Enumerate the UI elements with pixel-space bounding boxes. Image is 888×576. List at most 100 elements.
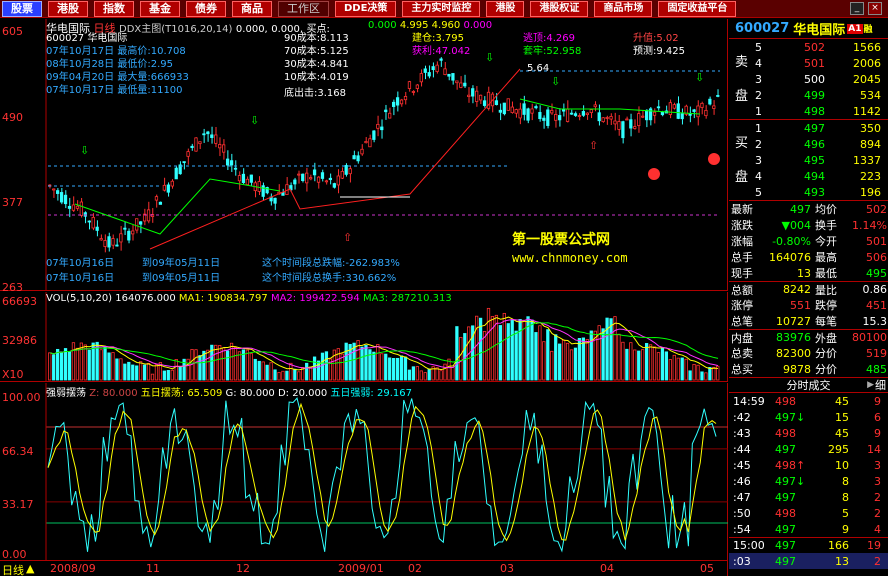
candle-body (249, 174, 253, 183)
candle-body (146, 209, 151, 222)
candle-body (297, 173, 301, 176)
tick-price: 497↓ (775, 474, 806, 488)
volume-bar (656, 352, 661, 381)
ask-row[interactable]: 4 501 2006 (729, 55, 888, 71)
oscillator-chart[interactable] (0, 383, 728, 560)
stock-button[interactable]: 股票 (2, 0, 42, 17)
up-arrow-icon: ⇧ (589, 139, 598, 152)
volume-bar (542, 341, 546, 381)
tick-detail-button[interactable]: 细 (875, 377, 886, 393)
hk-warrant-button[interactable]: 港股权证 (530, 0, 589, 17)
candle-body (154, 196, 159, 201)
quote-value: 519 (866, 346, 887, 360)
minimize-icon[interactable]: _ (850, 2, 864, 15)
candle-body (431, 66, 435, 71)
dde-button[interactable]: DDE决策 (335, 0, 397, 17)
index-button[interactable]: 指数 (94, 0, 134, 17)
candle-body (644, 109, 649, 121)
candle-body (629, 119, 633, 129)
candle-body (332, 183, 336, 188)
candle-body (708, 98, 712, 105)
candle-body (692, 109, 696, 112)
bond-button[interactable]: 债券 (186, 0, 226, 17)
oscillator-pane[interactable]: 强弱摆荡 Z: 80.000 五日摆荡: 65.509 G: 80.000 D:… (0, 383, 728, 561)
book-level: 5 (755, 185, 762, 199)
cost-predict: 预测:9.425 (633, 46, 685, 57)
workspace-button[interactable]: 工作区 (278, 0, 329, 17)
volume-bar (202, 350, 206, 381)
tick-row: 14:59 498 45 9 (729, 393, 888, 409)
bid-row[interactable]: 2 496 894 (729, 136, 888, 152)
candle-body (395, 97, 400, 106)
quote-panel: 600027 华电国际 A1 融 5 502 1566 4 501 2006 3 500 204… (729, 19, 888, 576)
candle-body (538, 112, 542, 120)
bid-row[interactable]: 3 495 1337 (729, 152, 888, 168)
volume-bar (67, 351, 72, 381)
candle-body (83, 212, 87, 217)
volume-bar (585, 339, 589, 381)
book-volume: 2045 (853, 72, 881, 86)
tick-time: :03 (733, 554, 751, 568)
tick-price: 498 (775, 506, 796, 520)
kline-pane[interactable]: ⇩ ⇩ ⇩ ⇩ ⇩ ⇧ ⇧ 华电国际 日线 DDX主图(T1016,20,14) 0.000… (0, 19, 728, 294)
tick-count: 14 (867, 442, 881, 456)
bid-row[interactable]: 4 494 223 (729, 168, 888, 184)
tick-volume: 13 (835, 554, 849, 568)
tick-row: :45 498↑ 10 3 (729, 457, 888, 473)
candle-body (166, 184, 170, 193)
ask-row[interactable]: 2 499 534 (729, 87, 888, 103)
vol-ma2: MA2: 199422.594 (270, 293, 360, 304)
quote-value: 551 (790, 298, 811, 312)
candle-body (696, 105, 700, 118)
volume-bar (127, 361, 131, 381)
volume-bar (146, 362, 151, 381)
bid-row[interactable]: 5 493 196 (729, 184, 888, 200)
quote-tag2: 融 (863, 25, 873, 35)
candle-body (613, 120, 617, 125)
candle-body (542, 117, 546, 121)
quote-label: 内盘 (731, 331, 753, 345)
candle-body (435, 64, 439, 72)
tick-tab[interactable]: 分时成交 (787, 377, 831, 393)
bid-row[interactable]: 1 497 350 (729, 120, 888, 136)
ask-row[interactable]: 3 500 2045 (729, 71, 888, 87)
monitor-button[interactable]: 主力实时监控 (402, 0, 481, 17)
volume-bar (139, 361, 143, 381)
volume-bar (435, 367, 439, 381)
tick-time: :45 (733, 458, 751, 472)
fixed-income-button[interactable]: 固定收益平台 (658, 0, 737, 17)
volume-bar (123, 363, 127, 381)
candle-body (637, 113, 641, 126)
hk-button[interactable]: 港股 (486, 0, 525, 17)
hk-stock-button[interactable]: 港股 (48, 0, 88, 17)
volume-chart[interactable] (0, 292, 728, 382)
book-label: 卖 (735, 55, 749, 70)
commodity-market-button[interactable]: 商品市场 (594, 0, 653, 17)
tick-play-icon[interactable]: ▶ (867, 380, 874, 390)
tick-time: 15:00 (733, 539, 765, 552)
ask-row[interactable]: 5 502 1566 (729, 39, 888, 55)
quote-value: 13 (797, 266, 811, 280)
price-note: 5.64 (527, 63, 550, 74)
book-volume: 1566 (853, 40, 881, 54)
vol-label: VOL(5,10,20) (46, 293, 113, 304)
close-icon[interactable]: × (868, 2, 882, 15)
quote-table: 最新 497 均价 502 涨跌 ▼004 换手 1.14% 涨幅 -0.80% 今开 501 总手 16… (729, 201, 888, 377)
ask-book: 5 502 1566 4 501 2006 3 500 2045 2 499 534 1 498 1142 卖… (729, 39, 888, 120)
period-toggle-icon[interactable]: ▲ (26, 562, 34, 575)
volume-bar (498, 325, 502, 381)
book-level: 1 (755, 104, 762, 118)
book-price: 495 (804, 153, 825, 167)
hr-3: 4.960 (431, 20, 461, 31)
candle-body (585, 112, 589, 116)
volume-bar (605, 317, 609, 381)
volume-pane[interactable]: VOL(5,10,20) 164076.000 MA1: 190834.797 … (0, 292, 728, 382)
ask-row[interactable]: 1 498 1142 (729, 103, 888, 119)
fund-button[interactable]: 基金 (140, 0, 180, 17)
commodity-button[interactable]: 商品 (232, 0, 272, 17)
volume-bar (332, 349, 336, 381)
volume-bar (237, 351, 242, 381)
volume-bar (225, 350, 230, 381)
period-toggle[interactable]: 日线 (2, 562, 24, 576)
book-price: 494 (804, 169, 825, 183)
